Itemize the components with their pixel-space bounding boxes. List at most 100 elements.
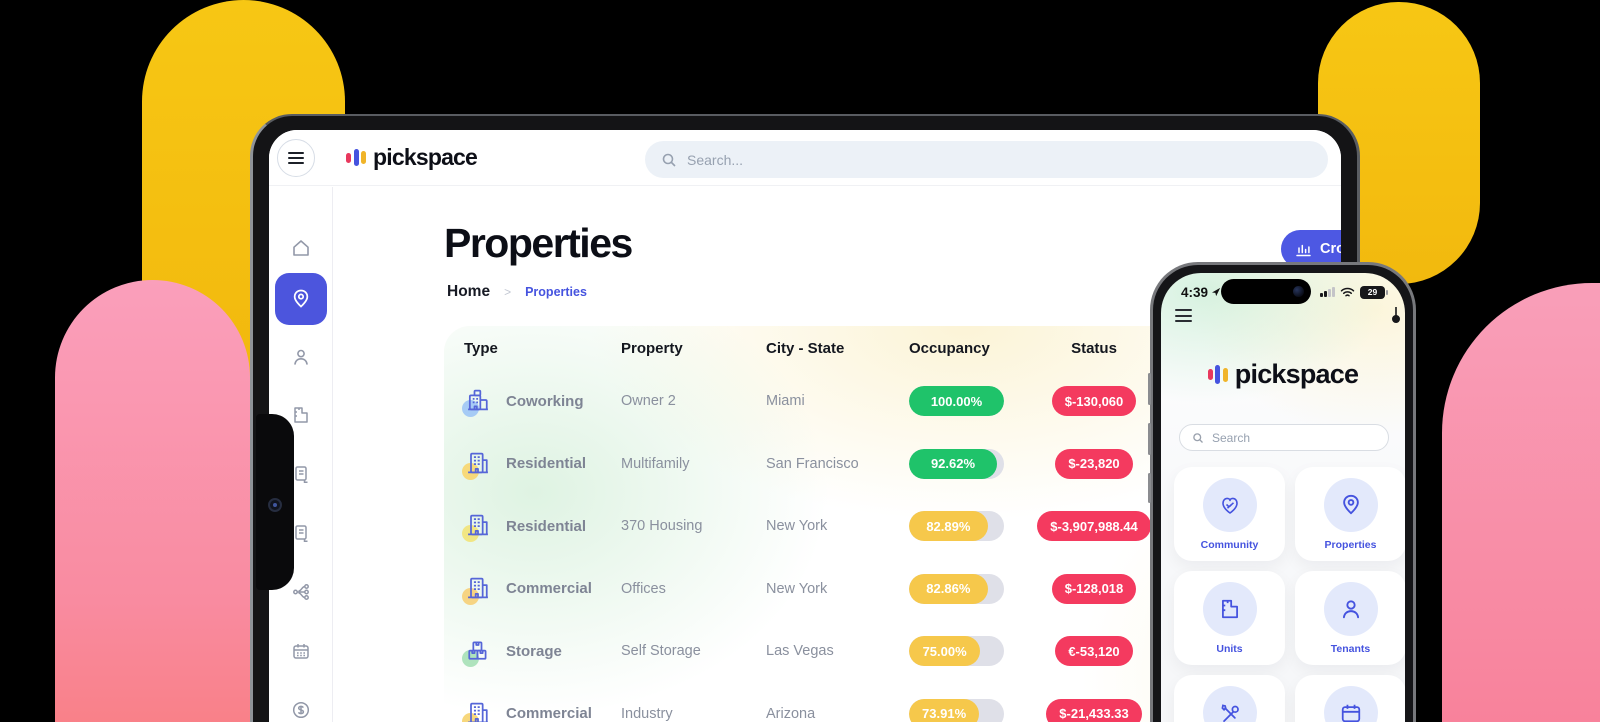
occupancy-cell: 92.62% xyxy=(909,448,1044,479)
shortcut-label: Units xyxy=(1216,642,1243,655)
type-icon-wrap xyxy=(462,511,494,543)
menu-button[interactable] xyxy=(277,139,315,177)
occupancy-value: 82.86% xyxy=(926,581,971,597)
status-cell: €-53,120 xyxy=(1044,636,1144,667)
property-cell: Multifamily xyxy=(621,455,690,472)
city-state-cell: Las Vegas xyxy=(766,643,834,660)
occupancy-value: 75.00% xyxy=(922,643,967,659)
building-icon xyxy=(464,699,494,722)
shortcut-card[interactable]: Properties xyxy=(1295,467,1405,561)
sidebar-item-home[interactable] xyxy=(280,227,322,269)
location-pin-icon xyxy=(293,289,309,308)
sidebar-item-properties[interactable] xyxy=(275,273,327,325)
phone-menu-button[interactable] xyxy=(1175,309,1192,322)
sidebar-item-payments[interactable] xyxy=(280,689,322,722)
shortcut-label: Tenants xyxy=(1330,642,1371,655)
status-cell: $-21,433.33 xyxy=(1044,698,1144,722)
property-cell: Self Storage xyxy=(621,643,701,660)
type-cell: Commercial xyxy=(462,699,621,722)
shortcut-card[interactable] xyxy=(1295,675,1405,722)
tools-icon xyxy=(1202,685,1257,722)
bar-chart-icon xyxy=(1295,242,1312,257)
type-label: Commercial xyxy=(506,580,592,598)
battery-percent: 29 xyxy=(1367,286,1378,297)
shortcut-card[interactable]: Community xyxy=(1174,467,1285,561)
logo-text: pickspace xyxy=(373,144,478,170)
battery-icon: 29 xyxy=(1360,285,1388,299)
type-icon-wrap xyxy=(462,636,494,668)
search-input[interactable]: Search... xyxy=(645,141,1328,178)
type-icon-wrap xyxy=(462,386,494,418)
shortcut-card[interactable] xyxy=(1174,675,1285,722)
phone-side-button xyxy=(1148,473,1151,503)
occupancy-badge: 100.00% xyxy=(909,386,1004,417)
page-title: Properties xyxy=(444,220,633,266)
column-header-property: Property xyxy=(621,339,683,357)
home-icon xyxy=(293,240,309,256)
occupancy-badge: 92.62% xyxy=(909,448,1004,479)
floorplan-icon xyxy=(294,407,308,423)
occupancy-cell: 100.00% xyxy=(909,386,1044,417)
occupancy-cell: 73.91% xyxy=(909,698,1044,722)
type-label: Residential xyxy=(506,455,587,473)
status-badge: $-128,018 xyxy=(1051,573,1137,604)
occupancy-value: 92.62% xyxy=(930,456,976,472)
phone-screen: 4:39 29 pickspace Search Community Prope… xyxy=(1161,273,1405,722)
occupancy-cell: 82.86% xyxy=(909,573,1044,604)
shortcut-card[interactable]: Units xyxy=(1174,571,1285,665)
decor-blob-pink-left xyxy=(55,280,250,722)
type-icon-wrap xyxy=(462,449,494,480)
property-cell: Offices xyxy=(621,580,666,597)
person-icon xyxy=(1323,581,1378,636)
phone-volume-down-button xyxy=(1148,423,1151,455)
status-badge: $-3,907,988.44 xyxy=(1037,511,1151,542)
phone-shortcut-grid: Community Properties Units Tenants xyxy=(1174,467,1405,722)
time-text: 4:39 xyxy=(1181,284,1209,300)
decor-blob-pink-right xyxy=(1442,283,1600,722)
sidebar-item-calendar[interactable] xyxy=(280,630,322,672)
property-cell: Industry xyxy=(621,705,673,722)
storage-boxes-icon xyxy=(464,636,494,664)
column-header-status: Status xyxy=(1071,339,1117,357)
status-badge: €-53,120 xyxy=(1055,636,1133,667)
breadcrumb-separator: > xyxy=(504,285,512,299)
camera-lens-icon xyxy=(268,498,282,512)
type-label: Storage xyxy=(506,642,562,660)
search-icon xyxy=(661,152,677,168)
occupancy-badge: 75.00% xyxy=(909,636,1004,667)
phone-volume-up-button xyxy=(1148,373,1151,405)
type-cell: Coworking xyxy=(462,386,621,418)
occupancy-value: 73.91% xyxy=(922,706,967,722)
status-cell: $-130,060 xyxy=(1044,386,1144,417)
city-state-cell: San Francisco xyxy=(766,455,859,472)
sidebar-item-tenants[interactable] xyxy=(280,336,322,378)
column-header-occupancy: Occupancy xyxy=(909,339,990,357)
city-state-cell: New York xyxy=(766,518,828,535)
wifi-icon xyxy=(1340,287,1355,298)
type-label: Residential xyxy=(506,517,587,535)
property-cell: Owner 2 xyxy=(621,393,676,410)
status-badge: $-21,433.33 xyxy=(1046,698,1142,722)
type-label: Coworking xyxy=(506,392,584,410)
community-handshake-icon xyxy=(1202,477,1257,532)
status-badge: $-23,820 xyxy=(1055,448,1133,479)
search-placeholder: Search xyxy=(1212,430,1251,445)
column-header-type: Type xyxy=(464,339,498,357)
breadcrumb-home-link[interactable]: Home xyxy=(447,283,490,301)
breadcrumb-current[interactable]: Properties xyxy=(525,285,587,299)
property-cell: 370 Housing xyxy=(621,518,703,535)
phone-search-input[interactable]: Search xyxy=(1179,424,1389,451)
shortcut-card[interactable]: Tenants xyxy=(1295,571,1405,665)
breadcrumb: Home > Properties xyxy=(447,283,587,301)
shortcut-label: Properties xyxy=(1324,538,1377,551)
clock: 4:39 xyxy=(1181,285,1221,300)
pickspace-logo: pickspace xyxy=(346,144,478,171)
topbar: pickspace Search... xyxy=(269,130,1341,186)
marketing-hero: pickspace Search... Properties Home > Pr… xyxy=(0,0,1600,722)
status-cell: $-3,907,988.44 xyxy=(1037,511,1151,542)
occupancy-value: 82.89% xyxy=(926,518,971,534)
person-icon xyxy=(294,349,308,365)
phone-pickspace-logo: pickspace xyxy=(1161,359,1405,390)
org-network-icon xyxy=(293,584,309,600)
cellular-signal-icon xyxy=(1320,287,1335,297)
